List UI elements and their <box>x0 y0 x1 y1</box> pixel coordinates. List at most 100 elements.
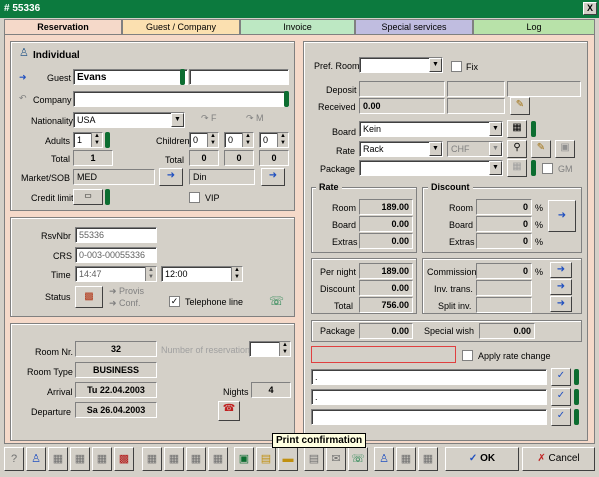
reservation-window: # 55336 X Reservation Guest / Company In… <box>0 0 599 477</box>
credit-card-button[interactable]: ▭ <box>73 189 103 205</box>
note-button[interactable]: ▤ <box>256 447 276 471</box>
male-radio[interactable]: ↷ M <box>246 113 264 124</box>
package2-label: Package <box>320 326 356 336</box>
chevron-down-icon: ▼ <box>429 58 442 72</box>
rate-select[interactable]: Rack ▼ <box>359 141 443 157</box>
apply-rate-checkbox[interactable] <box>462 350 473 361</box>
fix-checkbox[interactable] <box>451 61 462 72</box>
toolbar-button-19[interactable]: ▦ <box>418 447 438 471</box>
help-button[interactable]: ? <box>4 447 24 471</box>
toolbar-button-18[interactable]: ▦ <box>396 447 416 471</box>
total-adults: 1 <box>73 150 113 166</box>
rate-section-title: Rate <box>316 182 342 192</box>
mail-button[interactable]: ✉ <box>326 447 346 471</box>
spinner-icon[interactable]: ▲ ▼ <box>91 133 102 147</box>
gm-checkbox[interactable] <box>542 163 553 174</box>
rate-copy-button[interactable]: ▣ <box>555 140 575 158</box>
package-select[interactable]: ▼ <box>359 160 503 176</box>
company-input[interactable] <box>73 91 289 107</box>
board-calc-button[interactable]: ▦ <box>507 120 527 138</box>
guest-button[interactable]: ♙ <box>26 447 46 471</box>
note-3-button[interactable]: ✓ <box>551 408 571 426</box>
nationality-select[interactable]: USA ▼ <box>73 112 185 128</box>
toolbar-button-9[interactable]: ▦ <box>186 447 206 471</box>
close-button[interactable]: X <box>583 2 597 15</box>
split-inv-button[interactable]: ➜ <box>550 296 572 312</box>
package-calc-button[interactable]: ▦ <box>507 159 527 177</box>
calculator-icon: ▦ <box>512 161 522 172</box>
discount-button[interactable]: ➜ <box>548 200 576 232</box>
note-2-button[interactable]: ✓ <box>551 388 571 406</box>
rate-extras-label: Extras <box>332 237 358 247</box>
chevron-down-icon[interactable]: ▼ <box>171 113 184 127</box>
rate-edit-button[interactable]: ✎ <box>531 140 551 158</box>
guest-panel: ♙ Individual ➜ Guest Evans ↶ Company Nat… <box>10 41 295 211</box>
children-stepper-3[interactable]: 0 ▲ ▼ <box>259 132 289 148</box>
received-label: Received <box>318 102 356 112</box>
book-button[interactable]: ▣ <box>234 447 254 471</box>
tab-special-services[interactable]: Special services <box>355 19 473 34</box>
telephone-checkbox[interactable]: ✓ <box>169 296 180 307</box>
toolbar-button-3[interactable]: ▦ <box>48 447 68 471</box>
toolbar-button-4[interactable]: ▦ <box>70 447 90 471</box>
rsvnbr-input[interactable]: 55336 <box>75 227 157 243</box>
exit-button[interactable]: ▩ <box>114 447 134 471</box>
status-button[interactable]: ▩ <box>75 286 103 308</box>
time-input[interactable]: 14:47 ▲ ▼ <box>75 266 157 282</box>
toolbar-button-8[interactable]: ▦ <box>164 447 184 471</box>
sob-lookup-button[interactable]: ➜ <box>261 168 285 186</box>
note-3-input[interactable] <box>311 409 547 425</box>
print-confirmation-button[interactable]: ☏ <box>348 447 368 471</box>
toolbar-button-10[interactable]: ▦ <box>208 447 228 471</box>
inv-trans-button[interactable]: ➜ <box>550 279 572 295</box>
discount-room-value: 0 <box>476 199 532 215</box>
package2-value: 0.00 <box>359 323 413 339</box>
sob-input[interactable]: Din <box>189 169 255 185</box>
market-input[interactable]: MED <box>73 169 155 185</box>
nationality-label: Nationality <box>31 116 74 126</box>
guest-name-input[interactable]: Evans <box>73 69 188 85</box>
folder-button[interactable]: ▬ <box>278 447 298 471</box>
tab-invoice[interactable]: Invoice <box>240 19 355 34</box>
tab-reservation[interactable]: Reservation <box>4 19 122 35</box>
note-1-button[interactable]: ✓ <box>551 368 571 386</box>
rate-search-button[interactable]: ⚲ <box>507 140 527 158</box>
discount-label: Discount <box>320 284 356 294</box>
children-stepper-1[interactable]: 0 ▲ ▼ <box>189 132 219 148</box>
checkmark-icon: ✓ <box>556 410 566 421</box>
time-input-2[interactable]: 12:00 ▲ ▼ <box>161 266 243 282</box>
rate-room-value: 189.00 <box>359 199 413 215</box>
ok-button[interactable]: ✓ OK <box>445 447 519 471</box>
tab-guest-company[interactable]: Guest / Company <box>122 19 240 34</box>
toolbar-button-5[interactable]: ▦ <box>92 447 112 471</box>
crs-input[interactable]: 0-003-00055336 <box>75 247 157 263</box>
board-select[interactable]: Kein ▼ <box>359 121 503 137</box>
fix-label: Fix <box>466 62 478 72</box>
edit-deposit-button[interactable]: ✎ <box>510 97 530 115</box>
commission-button[interactable]: ➜ <box>550 262 572 278</box>
tab-log[interactable]: Log <box>473 19 595 34</box>
num-res-stepper[interactable]: ▲ ▼ <box>249 341 291 357</box>
toolbar-button-17[interactable]: ♙ <box>374 447 394 471</box>
pref-room-select[interactable]: ▼ <box>359 57 443 73</box>
fax-icon: ▤ <box>308 453 320 465</box>
phone-button[interactable]: ☎ <box>218 401 240 421</box>
guest-icon: ♙ <box>379 453 389 465</box>
note-1-input[interactable]: . <box>311 369 547 385</box>
calculator-button[interactable]: ▦ <box>142 447 162 471</box>
vip-checkbox[interactable] <box>189 192 200 203</box>
children-stepper-2[interactable]: 0 ▲ ▼ <box>224 132 254 148</box>
provis-option[interactable]: ➜ Provis <box>109 286 144 297</box>
note-2-indicator <box>574 389 579 405</box>
grid-icon: ▦ <box>422 453 434 465</box>
female-radio[interactable]: ↷ F <box>201 113 217 124</box>
guest-firstname-input[interactable] <box>189 69 289 85</box>
fax-button[interactable]: ▤ <box>304 447 324 471</box>
currency-select[interactable]: CHF ▼ <box>447 141 503 157</box>
note-2-input[interactable]: . <box>311 389 547 405</box>
adults-stepper[interactable]: 1 ▲ ▼ <box>73 132 103 148</box>
market-lookup-button[interactable]: ➜ <box>159 168 183 186</box>
conf-option[interactable]: ➜ Conf. <box>109 298 141 309</box>
rate-panel: Pref. Room ▼ Fix Deposit Received 0.00 ✎… <box>303 41 588 441</box>
cancel-button[interactable]: ✗ Cancel <box>522 447 595 471</box>
